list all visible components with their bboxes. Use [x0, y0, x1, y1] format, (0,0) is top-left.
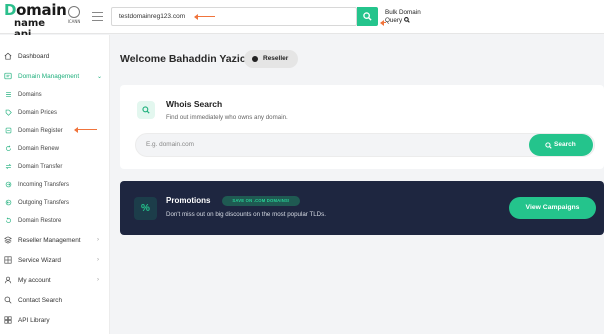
sidebar-item-label: Domain Management: [18, 73, 80, 80]
whois-domain-input[interactable]: E.g. domain.com: [135, 133, 595, 157]
sidebar-subitem-incoming-transfers[interactable]: Incoming Transfers: [0, 179, 110, 191]
sidebar-subitem-domain-transfer[interactable]: Domain Transfer: [0, 161, 110, 173]
annotation-arrow-search: [194, 13, 215, 21]
sidebar-item-api-library[interactable]: API Library: [0, 314, 110, 328]
sidebar-subitem-label: Domain Prices: [18, 109, 58, 116]
percent-icon: %: [134, 197, 157, 220]
sidebar-item-service-wizard[interactable]: Service Wizard ›: [0, 254, 110, 268]
promotion-badge: SAVE ON .COM DOMAINS!: [222, 196, 300, 206]
renew-icon: [6, 145, 11, 151]
sidebar-item-contact-search[interactable]: Contact Search: [0, 294, 110, 308]
incoming-transfer-icon: [5, 181, 12, 188]
search-icon: [363, 12, 372, 21]
sidebar-item-label: Service Wizard: [18, 257, 61, 264]
bulk-domain-query-link[interactable]: Bulk Domain Query: [385, 9, 421, 24]
chevron-right-icon: ›: [97, 257, 99, 263]
bulk-line-1: Bulk Domain: [385, 9, 421, 16]
whois-search-button-label: Search: [554, 141, 576, 148]
bulk-line-2: Query: [385, 16, 403, 24]
user-icon: [4, 276, 12, 284]
domain-search-submit-button[interactable]: [357, 7, 378, 26]
sidebar-subitem-outgoing-transfers[interactable]: Outgoing Transfers: [0, 197, 110, 209]
restore-icon: [6, 217, 11, 223]
chevron-right-icon: ›: [97, 277, 99, 283]
sidebar-item-dashboard[interactable]: Dashboard: [0, 50, 110, 64]
sidebar-subitem-label: Incoming Transfers: [18, 181, 70, 188]
sidebar-item-domain-management[interactable]: Domain Management ⌄: [0, 70, 110, 84]
sidebar-subitem-label: Outgoing Transfers: [18, 199, 70, 206]
whois-title: Whois Search: [166, 99, 223, 109]
sidebar-item-my-account[interactable]: My account ›: [0, 274, 110, 288]
search-icon: [4, 296, 12, 304]
sidebar-subitem-domain-renew[interactable]: Domain Renew: [0, 143, 110, 155]
sidebar-item-label: Dashboard: [18, 53, 50, 60]
search-icon: [403, 16, 410, 23]
view-campaigns-button[interactable]: View Campaigns: [509, 197, 596, 219]
sidebar-subitem-label: Domains: [18, 91, 42, 98]
register-icon: [5, 127, 12, 134]
whois-search-icon: [137, 101, 155, 119]
icann-label: ICANN: [67, 19, 81, 24]
sidebar-subitem-domain-prices[interactable]: Domain Prices: [0, 107, 110, 119]
sidebar-item-label: Contact Search: [18, 297, 63, 304]
outgoing-transfer-icon: [5, 199, 12, 206]
domain-search-input[interactable]: testdomainreg123.com: [111, 7, 357, 26]
domain-name-api-logo[interactable]: Domain name api: [4, 1, 67, 41]
logo-text: omain: [16, 1, 67, 19]
search-icon: [545, 141, 552, 149]
chevron-down-icon: ⌄: [97, 74, 103, 80]
domain-management-icon: [4, 72, 12, 80]
sidebar-subitem-label: Domain Register: [18, 127, 63, 134]
sidebar-subitem-label: Domain Restore: [18, 217, 62, 224]
sidebar-item-reseller-management[interactable]: Reseller Management ›: [0, 234, 110, 248]
price-tag-icon: [5, 109, 12, 116]
whois-search-button[interactable]: Search: [529, 134, 593, 156]
promotions-title: Promotions: [166, 196, 211, 205]
sidebar-subitem-domain-restore[interactable]: Domain Restore: [0, 215, 110, 227]
sidebar-subitem-domain-register[interactable]: Domain Register: [0, 125, 110, 137]
chevron-right-icon: ›: [97, 237, 99, 243]
sidebar-item-label: My account: [18, 277, 51, 284]
top-header: Domain name api ICANN testdomainreg123.c…: [0, 0, 604, 41]
page-title: Welcome Bahaddin Yazici: [120, 53, 249, 65]
promotions-subtitle: Don't miss out on big discounts on the m…: [166, 211, 326, 218]
menu-toggle-icon[interactable]: [92, 12, 103, 22]
sidebar-subitem-label: Domain Renew: [18, 145, 60, 152]
role-badge: Reseller: [244, 50, 298, 68]
reseller-icon: [4, 236, 12, 244]
domains-list-icon: [6, 92, 11, 97]
annotation-arrow-register: [74, 126, 97, 134]
home-icon: [4, 52, 12, 60]
wizard-grid-icon: [4, 256, 12, 264]
sidebar-item-label: API Library: [18, 317, 50, 324]
role-badge-label: Reseller: [263, 55, 289, 62]
sidebar-subitem-domains[interactable]: Domains: [0, 89, 110, 101]
sidebar: Dashboard Domain Management ⌄ Domains Do…: [0, 35, 110, 334]
logo-initial: D: [4, 1, 17, 19]
icann-accreditation-icon: ICANN: [64, 6, 84, 28]
sidebar-item-label: Reseller Management: [18, 237, 81, 244]
whois-subtitle: Find out immediately who owns any domain…: [166, 114, 288, 121]
annotation-arrow-bulk: [380, 19, 386, 27]
api-library-icon: [4, 316, 12, 324]
status-dot-icon: [252, 56, 258, 62]
sidebar-subitem-label: Domain Transfer: [18, 163, 63, 170]
transfer-icon: [5, 163, 12, 170]
